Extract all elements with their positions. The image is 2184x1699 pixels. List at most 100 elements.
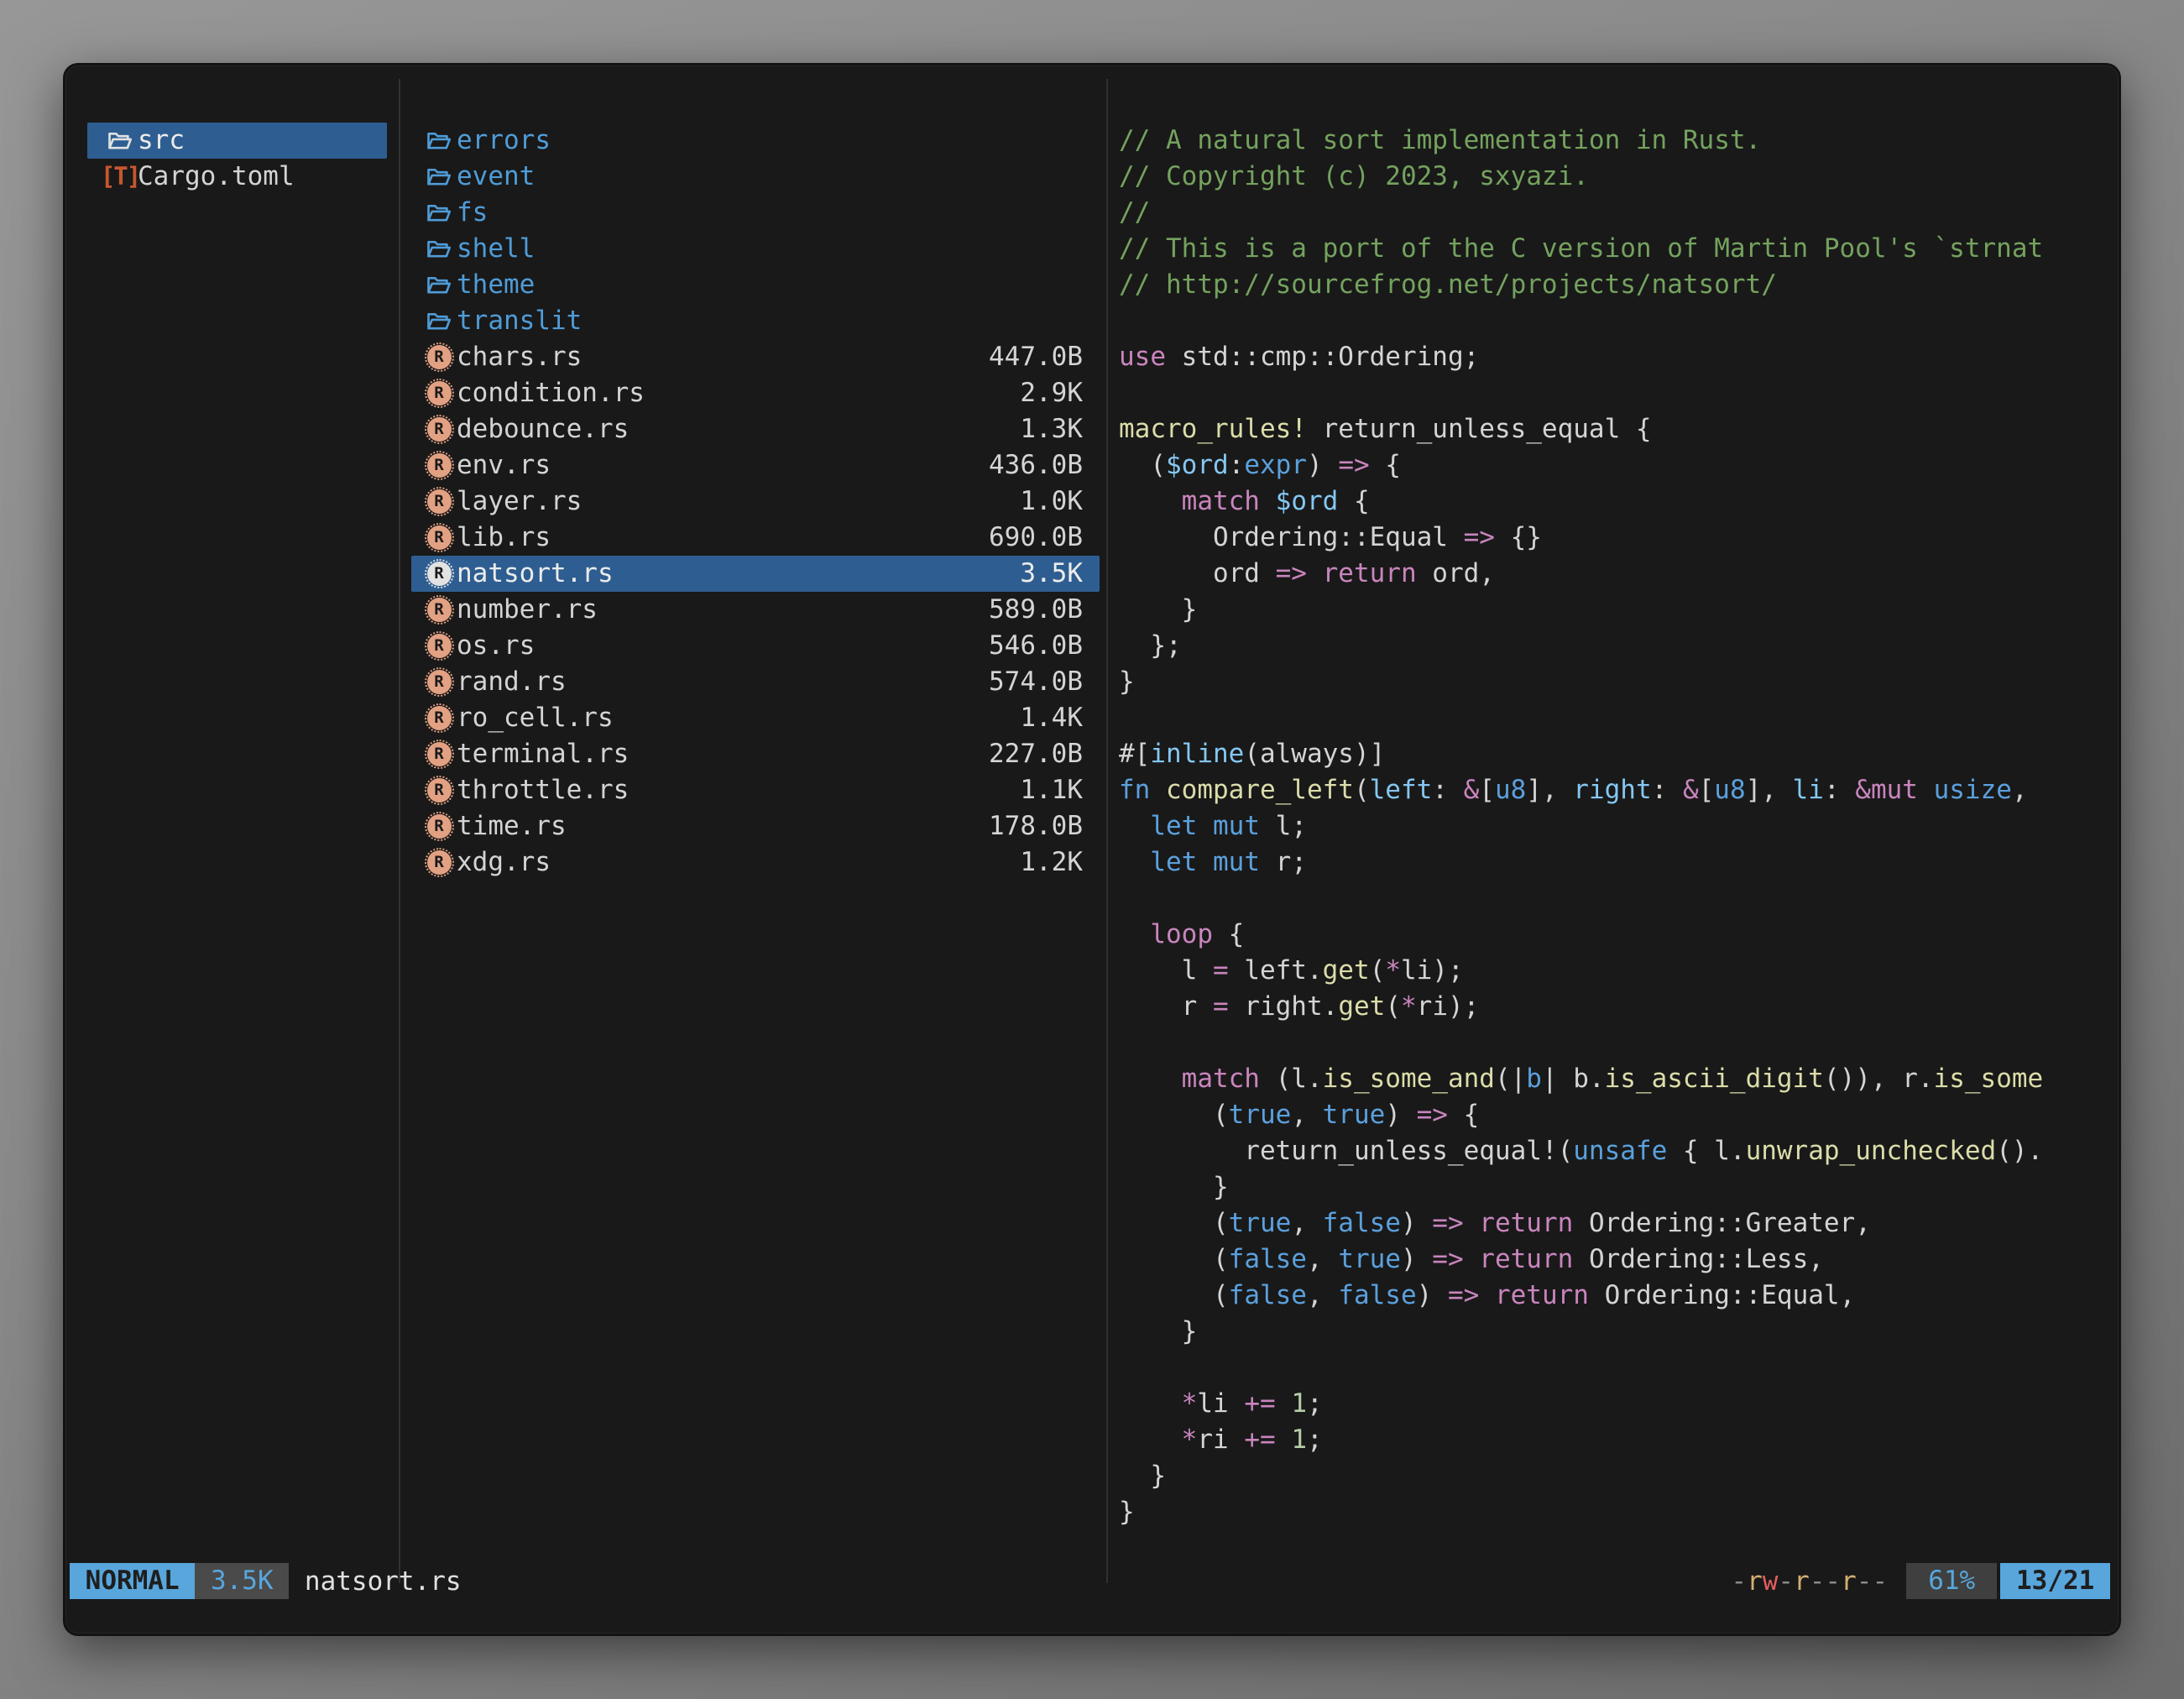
file-name: theme	[457, 267, 535, 303]
rust-icon-glyph: R	[427, 381, 452, 405]
code-line	[1119, 303, 2046, 339]
rust-icon-glyph: R	[427, 742, 452, 766]
file-row[interactable]: Ros.rs546.0B	[411, 628, 1100, 664]
file-name: src	[138, 123, 185, 159]
file-size: 2.9K	[1020, 375, 1083, 411]
code-line: ($ord:expr) => {	[1119, 447, 2046, 484]
code-line: (false, true) => return Ordering::Less,	[1119, 1242, 2046, 1278]
file-name: debounce.rs	[457, 411, 629, 447]
file-row[interactable]: Rthrottle.rs 1.1K	[411, 772, 1100, 808]
file-size: 1.2K	[1020, 844, 1083, 881]
code-line: }	[1119, 664, 2046, 700]
folder-row[interactable]: fs	[411, 195, 1100, 231]
folder-open-icon	[425, 231, 453, 267]
rust-icon-glyph: R	[427, 706, 452, 730]
code-line	[1119, 1350, 2046, 1386]
pane-separator	[1106, 79, 1108, 1583]
rust-file-icon: R	[425, 484, 453, 520]
file-row[interactable]: Rcondition.rs 2.9K	[411, 375, 1100, 411]
code-line: }	[1119, 1169, 2046, 1205]
folder-row[interactable]: errors	[411, 123, 1100, 159]
file-row[interactable]: Rrand.rs574.0B	[411, 664, 1100, 700]
file-size-badge: 3.5K	[195, 1563, 289, 1599]
file-name: terminal.rs	[457, 736, 629, 772]
file-name: throttle.rs	[457, 772, 629, 808]
rust-file-icon: R	[425, 844, 453, 881]
file-row[interactable]: Renv.rs436.0B	[411, 447, 1100, 484]
rust-file-icon: R	[425, 339, 453, 375]
file-size: 227.0B	[989, 736, 1083, 772]
file-size: 1.4K	[1020, 700, 1083, 736]
file-size: 1.1K	[1020, 772, 1083, 808]
folder-open-icon	[425, 159, 453, 195]
rust-file-icon: R	[425, 808, 453, 844]
code-line: // http://sourcefrog.net/projects/natsor…	[1119, 267, 2046, 303]
perm-char: -	[1857, 1566, 1873, 1597]
code-line: let mut r;	[1119, 844, 2046, 881]
file-name: xdg.rs	[457, 844, 551, 881]
file-row[interactable]: Rlib.rs690.0B	[411, 520, 1100, 556]
file-name: translit	[457, 303, 582, 339]
rust-icon-glyph: R	[427, 525, 452, 550]
rust-icon-glyph: R	[427, 814, 452, 839]
code-line	[1119, 375, 2046, 411]
folder-open-icon	[106, 123, 134, 159]
rust-icon-glyph: R	[427, 345, 452, 369]
code-line: r = right.get(*ri);	[1119, 989, 2046, 1025]
cursor-position-badge: 13/21	[2000, 1563, 2110, 1599]
perm-char: -	[1731, 1566, 1747, 1597]
folder-row[interactable]: src	[87, 123, 387, 159]
scroll-percent-badge: 61%	[1906, 1563, 1997, 1599]
file-row[interactable]: Rlayer.rs 1.0K	[411, 484, 1100, 520]
file-name: Cargo.toml	[138, 159, 295, 195]
code-line	[1119, 1025, 2046, 1061]
file-row[interactable]: Rdebounce.rs1.3K	[411, 411, 1100, 447]
folder-row[interactable]: shell	[411, 231, 1100, 267]
perm-char: -	[1778, 1566, 1794, 1597]
toml-icon-glyph: [T]	[101, 159, 139, 195]
file-row[interactable]: Rtime.rs178.0B	[411, 808, 1100, 844]
rust-file-icon: R	[425, 772, 453, 808]
toml-file-icon: [T]	[106, 159, 134, 195]
file-row[interactable]: Rnatsort.rs3.5K	[411, 556, 1100, 592]
file-name: number.rs	[457, 592, 598, 628]
perm-char: r	[1747, 1566, 1763, 1597]
file-row[interactable]: Rro_cell.rs1.4K	[411, 700, 1100, 736]
file-size: 3.5K	[1020, 556, 1083, 592]
folder-row[interactable]: event	[411, 159, 1100, 195]
file-row[interactable]: Rchars.rs 447.0B	[411, 339, 1100, 375]
code-line	[1119, 881, 2046, 917]
file-row[interactable]: [T]Cargo.toml	[87, 159, 387, 195]
folder-open-icon	[425, 195, 453, 231]
file-row[interactable]: Rxdg.rs 1.2K	[411, 844, 1100, 881]
rust-icon-glyph: R	[427, 489, 452, 514]
file-size: 574.0B	[989, 664, 1083, 700]
file-name: chars.rs	[457, 339, 582, 375]
rust-file-icon: R	[425, 736, 453, 772]
status-bar: NORMAL 3.5K natsort.rs -rw-r--r-- 61% 13…	[70, 1563, 2110, 1599]
file-name: time.rs	[457, 808, 567, 844]
file-size: 690.0B	[989, 520, 1083, 556]
file-name: condition.rs	[457, 375, 645, 411]
code-line: macro_rules! return_unless_equal {	[1119, 411, 2046, 447]
file-name: rand.rs	[457, 664, 567, 700]
parent-pane: src[T]Cargo.toml	[87, 123, 387, 195]
code-line: (true, true) => {	[1119, 1097, 2046, 1133]
folder-row[interactable]: translit	[411, 303, 1100, 339]
folder-open-icon	[425, 303, 453, 339]
file-row[interactable]: Rnumber.rs589.0B	[411, 592, 1100, 628]
perm-char: w	[1763, 1566, 1779, 1597]
file-name: layer.rs	[457, 484, 582, 520]
code-line: // Copyright (c) 2023, sxyazi.	[1119, 159, 2046, 195]
file-row[interactable]: Rterminal.rs 227.0B	[411, 736, 1100, 772]
file-size: 447.0B	[989, 339, 1083, 375]
code-line: // A natural sort implementation in Rust…	[1119, 123, 2046, 159]
code-line: *li += 1;	[1119, 1386, 2046, 1422]
code-line: //	[1119, 195, 2046, 231]
file-size: 1.0K	[1020, 484, 1083, 520]
rust-file-icon: R	[425, 520, 453, 556]
file-name: shell	[457, 231, 535, 267]
folder-row[interactable]: theme	[411, 267, 1100, 303]
code-line: fn compare_left(left: &[u8], right: &[u8…	[1119, 772, 2046, 808]
folder-open-icon	[425, 123, 453, 159]
